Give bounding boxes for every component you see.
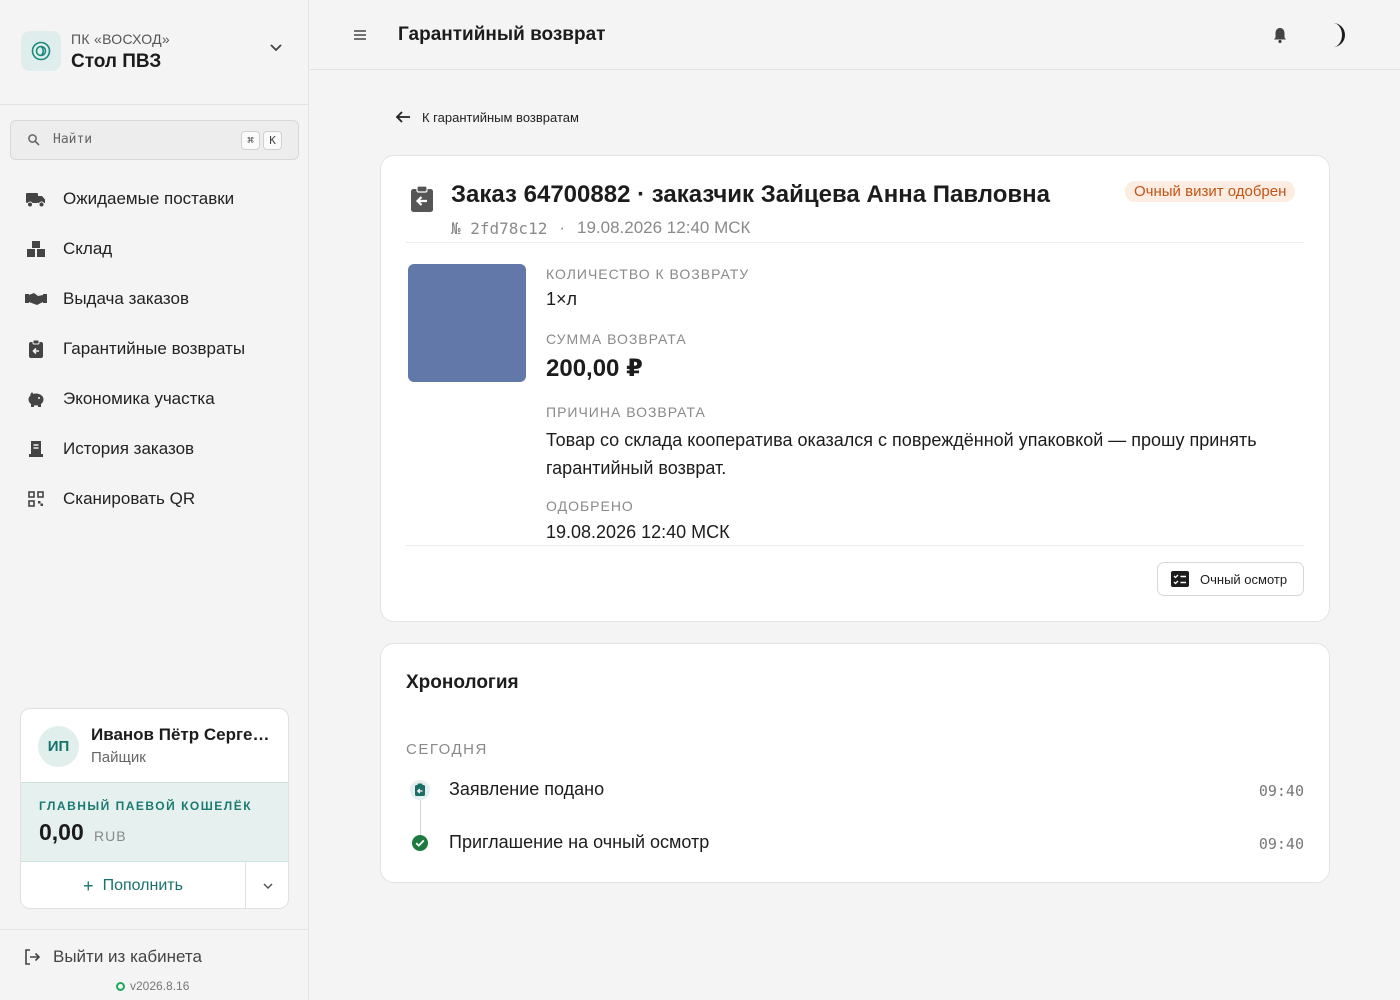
handshake-icon [24,287,48,311]
moon-icon[interactable] [1322,20,1352,50]
clipboard-return-icon [24,337,48,361]
sidebar-nav: Ожидаемые поставки Склад Выдача заказов … [0,174,309,524]
hamburger-menu-icon[interactable] [351,26,369,44]
order-meta: № 2fd78c12 · 19.08.2026 12:40 МСК [451,218,750,238]
reason-value: Товар со склада кооператива оказался с п… [546,430,1257,478]
sidebar-item-warranty-returns[interactable]: Гарантийные возвраты [0,324,309,374]
sidebar-item-order-handout[interactable]: Выдача заказов [0,274,309,324]
divider [406,545,1304,546]
in-person-inspection-button[interactable]: Очный осмотр [1157,562,1304,596]
clipboard-return-icon [411,185,433,212]
chevron-down-icon [263,883,273,890]
timeline-title: Хронология [406,672,519,693]
org-name: Стол ПВЗ [71,51,162,72]
sidebar-item-label: Склад [63,239,113,258]
qty-label: КОЛИЧЕСТВО К ВОЗВРАТУ [546,266,750,282]
org-subtitle: ПК «ВОСХОД» [71,31,171,47]
order-datetime: 19.08.2026 12:40 МСК [577,218,751,237]
timeline-event-text: Заявление подано [449,779,605,799]
topup-label: Пополнить [102,877,183,894]
search-icon [28,134,40,146]
chevron-down-icon[interactable] [266,40,286,56]
topup-more-button[interactable] [245,862,288,908]
search-input[interactable]: Найти ⌘ K [10,120,299,160]
sidebar-item-order-history[interactable]: История заказов [0,424,309,474]
org-switcher[interactable]: ПК «ВОСХОД» Стол ПВЗ [0,0,309,105]
sidebar-item-expected-deliveries[interactable]: Ожидаемые поставки [0,174,309,224]
org-logo-icon [21,31,61,71]
sidebar-item-label: Гарантийные возвраты [63,339,246,358]
page-title: Гарантийный возврат [398,24,606,45]
order-number: № 2fd78c12 [451,218,548,238]
bell-icon[interactable] [1270,25,1290,45]
shortcut-mod-key: ⌘ [241,131,260,150]
receipt-icon [24,437,48,461]
sidebar-item-label: Сканировать QR [63,489,196,508]
reason-label: ПРИЧИНА ВОЗВРАТА [546,404,706,420]
status-dot-icon [116,981,125,991]
sidebar-item-label: Ожидаемые поставки [63,189,235,208]
divider [406,242,1304,243]
sidebar-item-label: Экономика участка [63,389,215,408]
qty-value: 1×л [546,289,578,309]
timeline-event-text: Приглашение на очный осмотр [449,832,710,852]
version-indicator: v2026.8.16 [116,979,189,993]
sidebar-footer: Выйти из кабинета v2026.8.16 [0,929,309,1000]
wallet-amount: 0,00 [39,819,84,845]
inspect-button-label: Очный осмотр [1200,571,1288,587]
timeline-day-label: СЕГОДНЯ [406,741,488,758]
back-link-label: К гарантийным возвратам [422,109,579,125]
sidebar: ПК «ВОСХОД» Стол ПВЗ Найти ⌘ K Ожидаемые… [0,0,309,1000]
order-title: Заказ 64700882 · заказчик Зайцева Анна П… [451,181,1050,208]
user-card: ИП Иванов Пётр Сергеевич Пайщик ГЛАВНЫЙ … [20,708,289,909]
piggy-bank-icon [24,387,48,411]
status-badge: Очный визит одобрен [1125,181,1296,202]
logout-icon [25,949,41,965]
approved-value: 19.08.2026 12:40 МСК [546,522,730,542]
back-link[interactable]: К гарантийным возвратам [394,108,579,126]
arrow-left-icon [395,111,410,123]
search-placeholder: Найти [53,132,93,147]
sum-label: СУММА ВОЗВРАТА [546,331,687,347]
qr-scan-icon [24,487,48,511]
logout-button[interactable]: Выйти из кабинета [23,947,202,967]
sidebar-item-scan-qr[interactable]: Сканировать QR [0,474,309,524]
wallet-label: ГЛАВНЫЙ ПАЕВОЙ КОШЕЛЁК [39,799,253,813]
clipboard-return-icon [410,780,430,800]
return-details-card: Заказ 64700882 · заказчик Зайцева Анна П… [380,155,1330,622]
sidebar-item-economics[interactable]: Экономика участка [0,374,309,424]
wallet-panel: ГЛАВНЫЙ ПАЕВОЙ КОШЕЛЁК 0,00 RUB [21,782,288,862]
check-circle-icon [412,835,428,851]
user-name: Иванов Пётр Сергеевич [91,725,271,744]
boxes-icon [24,237,48,261]
timeline-connector [420,799,421,835]
timeline-event-time: 09:40 [1258,782,1304,800]
shortcut-key: K [263,131,282,150]
topup-button[interactable]: + Пополнить [21,862,245,908]
product-thumbnail [408,264,526,382]
version-text: v2026.8.16 [130,979,190,993]
sidebar-item-warehouse[interactable]: Склад [0,224,309,274]
sum-value: 200,00 ₽ [546,355,643,382]
top-header: Гарантийный возврат [310,0,1400,70]
truck-icon [24,187,48,211]
avatar: ИП [38,726,79,767]
approved-label: ОДОБРЕНО [546,498,634,514]
logout-label: Выйти из кабинета [53,947,202,966]
sidebar-item-label: Выдача заказов [63,289,190,308]
timeline-card: Хронология СЕГОДНЯ Заявление подано 09:4… [380,643,1330,883]
plus-icon: + [83,875,94,896]
checklist-icon [1171,571,1189,587]
sidebar-item-label: История заказов [63,439,195,458]
wallet-currency: RUB [94,828,127,844]
user-role: Пайщик [91,749,146,766]
timeline-event-time: 09:40 [1258,835,1304,853]
meta-separator: · [559,218,565,237]
